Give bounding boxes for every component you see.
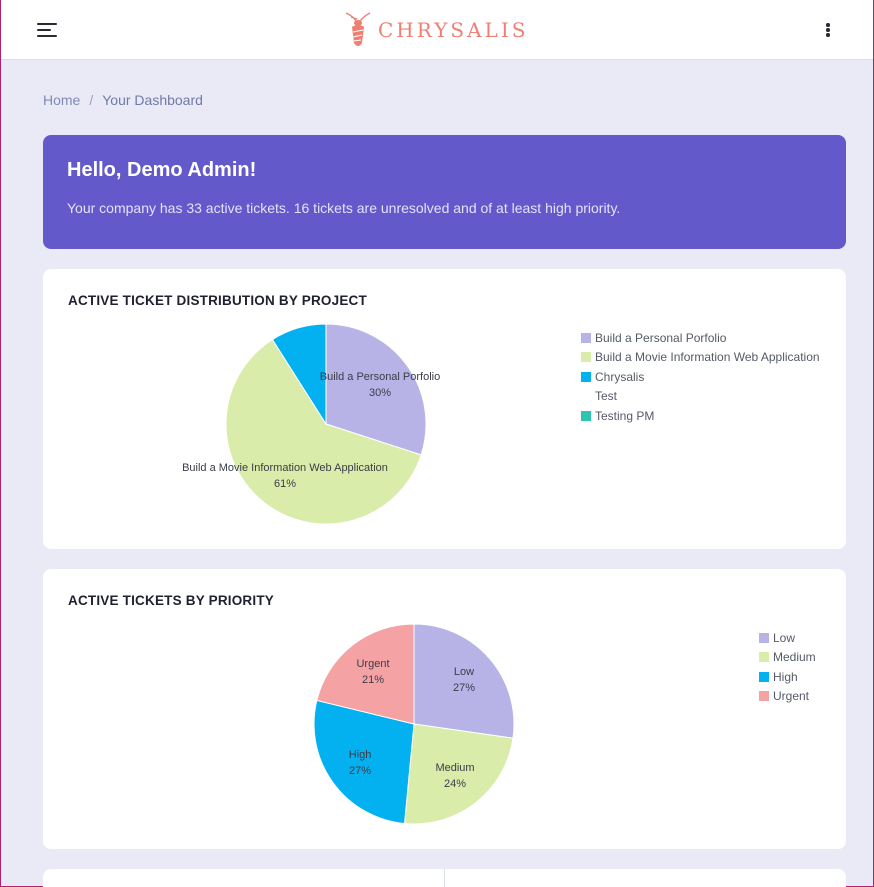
legend-label: Testing PM (595, 408, 655, 423)
slice-value-label: 61% (274, 478, 296, 490)
breadcrumb: Home / Your Dashboard (43, 92, 203, 108)
slice-label: Low (454, 666, 474, 678)
breadcrumb-current: Your Dashboard (102, 92, 203, 108)
legend-label: Low (773, 630, 796, 645)
brand-logo[interactable]: CHRYSALIS (343, 10, 528, 50)
legend-label: Build a Movie Information Web Applicatio… (595, 350, 820, 365)
slice-value-label: 24% (444, 778, 466, 790)
legend-swatch (759, 632, 769, 643)
legend-swatch (581, 391, 591, 401)
legend-item[interactable]: Build a Personal Porfolio (581, 328, 820, 348)
slice-label: Urgent (356, 658, 389, 670)
project-chart-legend: Build a Personal Porfolio Build a Movie I… (581, 328, 820, 426)
legend-item[interactable]: Low (759, 628, 816, 648)
legend-swatch (759, 652, 769, 663)
legend-swatch (581, 410, 591, 421)
chrysalis-icon (345, 12, 371, 46)
brand-name: CHRYSALIS (378, 18, 529, 42)
bottom-cards (43, 869, 846, 887)
legend-item[interactable]: Build a Movie Information Web Applicatio… (581, 348, 820, 368)
welcome-message: Your company has 33 active tickets. 16 t… (67, 200, 621, 216)
legend-item[interactable]: Medium (759, 648, 816, 668)
legend-label: Urgent (773, 689, 810, 704)
priority-pie-chart: Low 27% Medium 24% High 27% Urgent 21% (313, 623, 515, 825)
legend-label: High (773, 669, 798, 684)
breadcrumb-home-link[interactable]: Home (43, 92, 80, 108)
slice-value-label: 27% (349, 765, 371, 777)
priority-chart-legend: Low Medium High Urgent (759, 628, 816, 706)
more-options-icon[interactable] (823, 20, 833, 40)
legend-swatch (581, 352, 591, 363)
legend-label: Medium (773, 650, 816, 665)
legend-item[interactable]: Urgent (759, 687, 816, 707)
breadcrumb-separator: / (89, 92, 94, 108)
slice-value-label: 27% (453, 682, 475, 694)
legend-item[interactable]: Test (581, 387, 820, 407)
legend-swatch (581, 371, 591, 382)
slice-label: Medium (435, 762, 474, 774)
legend-item[interactable]: High (759, 667, 816, 687)
slice-label: Build a Personal Porfolio (320, 371, 440, 383)
pie-slice[interactable] (403, 723, 514, 825)
priority-card: ACTIVE TICKETS BY PRIORITY Low 27% Medium 2… (43, 569, 846, 849)
card-divider (444, 869, 445, 887)
hamburger-menu-icon[interactable] (37, 22, 57, 38)
legend-item[interactable]: Testing PM (581, 406, 820, 426)
legend-label: Build a Personal Porfolio (595, 330, 727, 345)
project-distribution-card: ACTIVE TICKET DISTRIBUTION BY PROJECT Bu… (43, 269, 846, 549)
legend-item[interactable]: Chrysalis (581, 367, 820, 387)
slice-value-label: 21% (362, 674, 384, 686)
legend-swatch (581, 332, 591, 343)
legend-label: Test (595, 389, 618, 404)
slice-value-label: 30% (369, 387, 391, 399)
legend-label: Chrysalis (595, 369, 645, 384)
legend-swatch (759, 671, 769, 682)
top-bar: CHRYSALIS (1, 0, 873, 60)
slice-label: High (349, 749, 372, 761)
slice-label: Build a Movie Information Web Applicatio… (182, 462, 388, 474)
welcome-banner: Hello, Demo Admin! Your company has 33 a… (43, 135, 846, 249)
welcome-heading: Hello, Demo Admin! (67, 159, 257, 181)
legend-swatch (759, 691, 769, 702)
